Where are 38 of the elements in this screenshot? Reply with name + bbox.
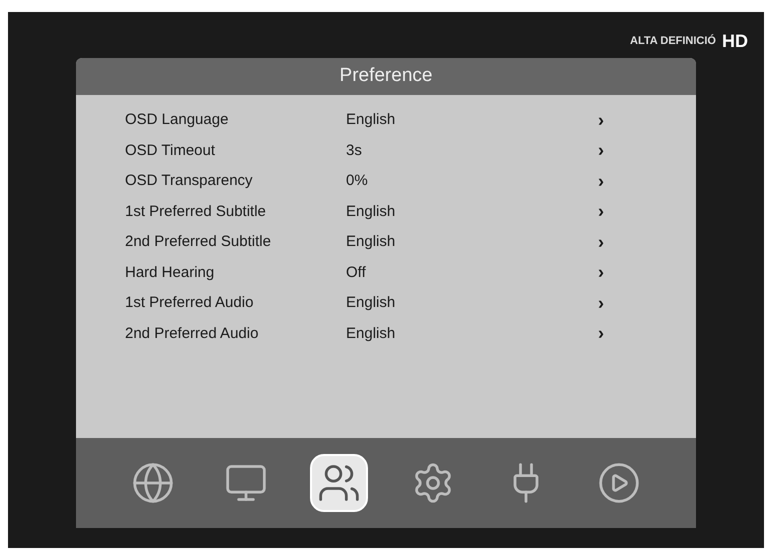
setting-value: Off xyxy=(346,262,367,282)
menu-row[interactable]: OSD Transparency 0% › xyxy=(76,166,696,196)
globe-icon xyxy=(130,461,175,505)
menu-row[interactable]: 1st Preferred Audio English › xyxy=(76,288,696,318)
menu-row[interactable]: OSD Language English › xyxy=(76,105,696,136)
setting-value: English xyxy=(346,232,396,252)
chevron: › xyxy=(598,200,604,224)
category-tab[interactable] xyxy=(310,454,368,512)
channel-name: ALTA DEFINICIÓ xyxy=(630,33,716,50)
setting-value: 3s xyxy=(346,140,363,160)
chevron: › xyxy=(598,261,604,284)
menu-row[interactable]: 1st Preferred Subtitle English › xyxy=(76,196,696,227)
setting-label: OSD Transparency xyxy=(124,171,254,191)
menu-row[interactable]: OSD Timeout 3s › xyxy=(76,136,696,166)
chevron: › xyxy=(598,139,604,162)
setting-label: OSD Language xyxy=(124,110,230,130)
setting-label: 1st Preferred Subtitle xyxy=(124,202,267,222)
setting-value: English xyxy=(346,324,396,344)
chevron: › xyxy=(598,170,604,193)
menu-title: Preference xyxy=(340,64,432,88)
menu-row[interactable]: Hard Hearing Off › xyxy=(76,258,696,288)
play-icon xyxy=(597,461,642,505)
setting-label: 2nd Preferred Audio xyxy=(124,324,260,344)
hd-label: HD xyxy=(722,30,748,53)
setting-value: English xyxy=(346,202,396,222)
chevron: › xyxy=(598,230,604,254)
setting-label: Hard Hearing xyxy=(124,262,216,282)
setting-label: 2nd Preferred Subtitle xyxy=(124,232,272,252)
chevron: › xyxy=(598,322,604,346)
setting-label: OSD Timeout xyxy=(124,140,216,160)
menu-row[interactable]: 2nd Preferred Audio English › xyxy=(76,318,696,349)
menu-row[interactable]: 2nd Preferred Subtitle English › xyxy=(76,227,696,258)
chevron: › xyxy=(598,292,604,315)
chevron: › xyxy=(598,108,604,132)
setting-value: 0% xyxy=(346,171,369,191)
setting-label: 1st Preferred Audio xyxy=(124,293,254,313)
setting-value: English xyxy=(346,293,396,313)
setting-value: English xyxy=(346,110,396,130)
